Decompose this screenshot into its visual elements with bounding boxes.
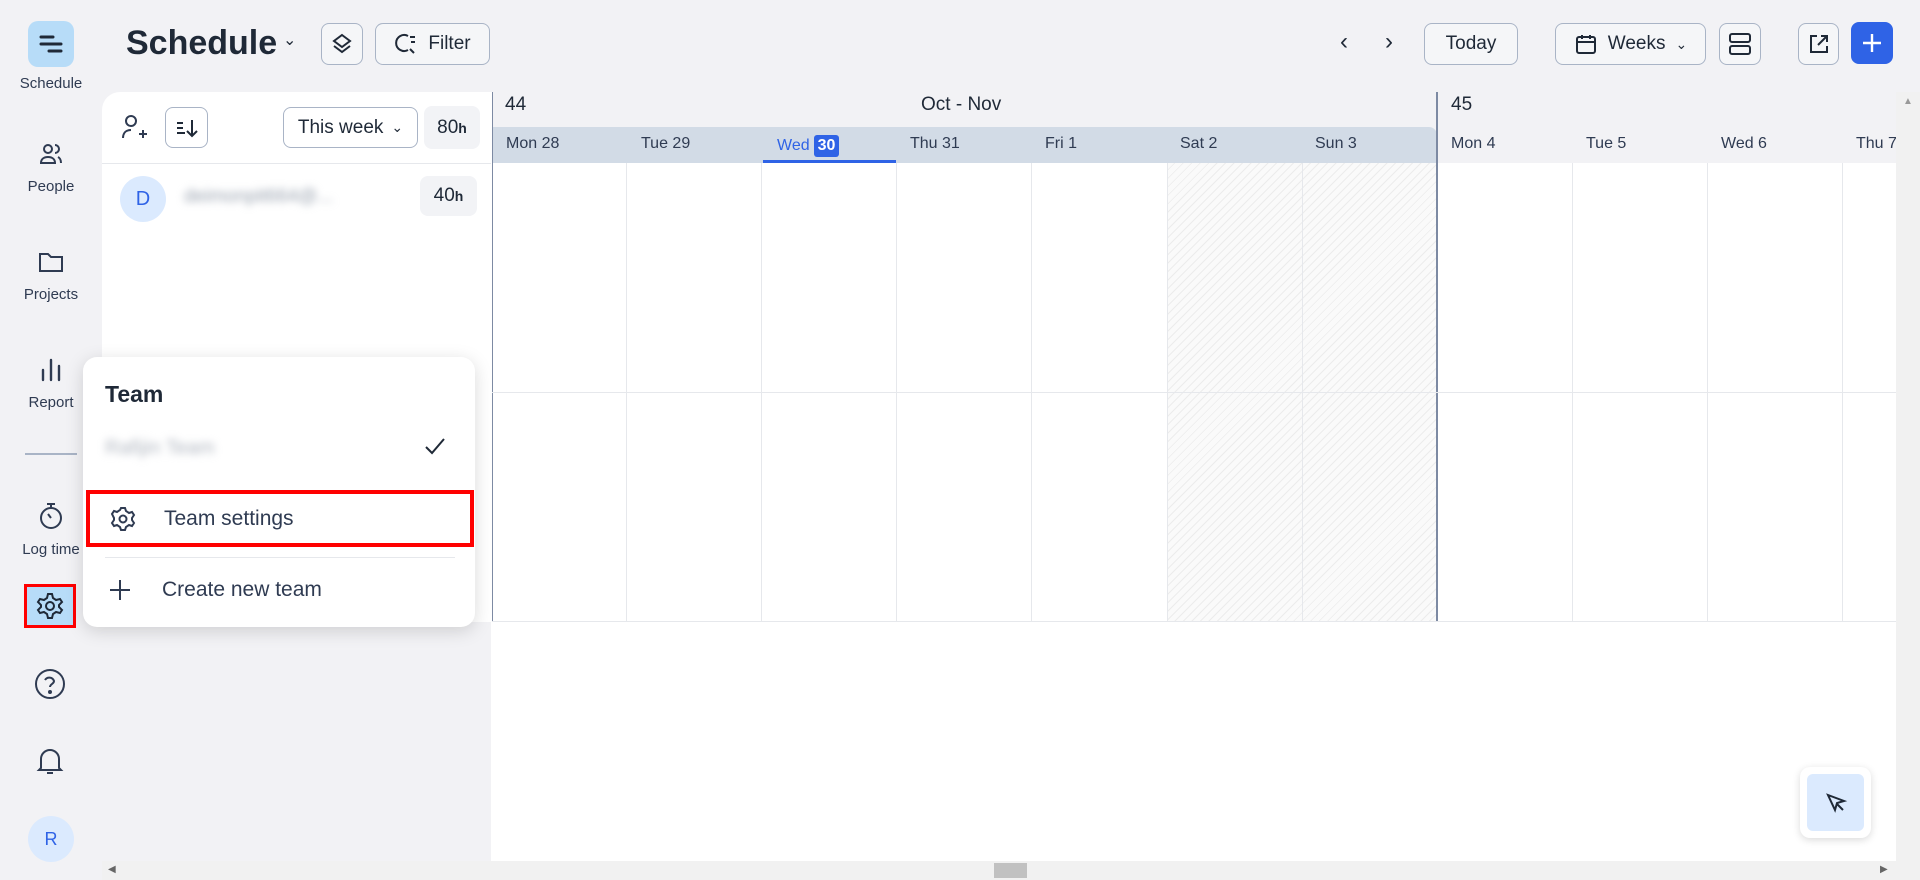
day-header: Mon 28 bbox=[506, 135, 560, 152]
bell-icon[interactable] bbox=[33, 744, 67, 778]
hours-unit: h bbox=[454, 188, 464, 204]
today-button[interactable]: Today bbox=[1424, 23, 1518, 65]
avatar[interactable]: R bbox=[28, 816, 74, 862]
day-header: Tue 5 bbox=[1586, 135, 1627, 152]
view-select[interactable]: Weeks ⌄ bbox=[1555, 23, 1706, 65]
day-header: Thu 7 bbox=[1856, 135, 1897, 152]
horizontal-scrollbar[interactable]: ◀ ▶ bbox=[102, 861, 1920, 880]
scroll-right-icon[interactable]: ▶ bbox=[1880, 864, 1888, 875]
chevron-down-icon: ⌄ bbox=[391, 119, 404, 135]
day-header: Fri 1 bbox=[1045, 135, 1077, 152]
row-divider bbox=[491, 392, 1896, 393]
create-team-label: Create new team bbox=[162, 577, 322, 601]
today-day-name: Wed bbox=[777, 136, 810, 154]
check-icon bbox=[423, 435, 447, 462]
day-header: Tue 29 bbox=[641, 135, 691, 152]
sidebar-item-label: Schedule bbox=[19, 75, 83, 92]
filter-label: Filter bbox=[428, 33, 471, 54]
sort-button[interactable] bbox=[165, 107, 208, 148]
add-user-icon bbox=[122, 115, 147, 139]
range-select[interactable]: This week ⌄ bbox=[283, 107, 418, 148]
month-label: Oct - Nov bbox=[921, 94, 1002, 115]
day-header: Thu 31 bbox=[910, 135, 960, 152]
sidebar-item-projects[interactable]: Projects bbox=[0, 248, 102, 303]
layers-button[interactable] bbox=[321, 23, 363, 65]
vertical-scrollbar[interactable]: ▲ bbox=[1896, 92, 1920, 861]
page-title[interactable]: Schedule bbox=[126, 24, 277, 63]
add-person-button[interactable] bbox=[120, 112, 148, 147]
day-header: Sat 2 bbox=[1180, 135, 1218, 152]
chevron-down-icon[interactable]: ⌄ bbox=[283, 30, 296, 50]
chevron-down-icon: ⌄ bbox=[1675, 35, 1688, 52]
range-label: This week bbox=[297, 116, 384, 138]
plus-icon bbox=[110, 579, 130, 600]
add-button[interactable] bbox=[1851, 22, 1893, 64]
day-header-today: Wed 30 bbox=[763, 131, 896, 163]
person-avatar: D bbox=[120, 176, 166, 222]
total-hours-value: 80 bbox=[437, 116, 459, 138]
gear-icon bbox=[110, 506, 136, 531]
create-team-item[interactable]: Create new team bbox=[86, 562, 474, 617]
sidebar-item-schedule[interactable]: Schedule bbox=[0, 21, 102, 92]
menu-title: Team bbox=[105, 381, 164, 407]
view-label: Weeks bbox=[1607, 33, 1666, 54]
scroll-up-icon[interactable]: ▲ bbox=[1896, 96, 1920, 107]
cursor-icon bbox=[1807, 774, 1864, 831]
week-number: 44 bbox=[505, 94, 527, 115]
person-hours-value: 40 bbox=[433, 185, 455, 206]
sidebar-divider bbox=[25, 453, 77, 455]
export-button[interactable] bbox=[1798, 23, 1839, 65]
day-header: Mon 4 bbox=[1451, 135, 1496, 152]
schedule-icon bbox=[28, 21, 74, 67]
plus-icon bbox=[1863, 34, 1881, 52]
hours-unit: h bbox=[458, 119, 467, 136]
external-link-icon bbox=[1809, 35, 1828, 53]
sort-icon bbox=[176, 119, 198, 137]
team-name[interactable]: Rafijin Team bbox=[105, 437, 215, 460]
person-hours: 40 h bbox=[420, 176, 477, 216]
select-tool-button[interactable] bbox=[1800, 767, 1871, 838]
week-number: 45 bbox=[1451, 94, 1473, 115]
help-icon[interactable] bbox=[33, 667, 67, 701]
team-settings-item[interactable]: Team settings bbox=[86, 490, 474, 547]
settings-button[interactable] bbox=[24, 584, 76, 628]
today-badge: 30 bbox=[813, 134, 840, 157]
gear-icon bbox=[36, 593, 64, 619]
filter-search-icon bbox=[395, 34, 416, 54]
menu-divider bbox=[105, 557, 455, 558]
day-header: Wed 6 bbox=[1721, 135, 1767, 152]
current-week-band bbox=[491, 127, 1437, 163]
team-settings-label: Team settings bbox=[164, 506, 294, 530]
layout-toggle-button[interactable] bbox=[1719, 23, 1761, 65]
scroll-left-icon[interactable]: ◀ bbox=[108, 864, 116, 875]
team-menu: Team Rafijin Team Team settings Create n… bbox=[83, 357, 475, 627]
scrollbar-thumb[interactable] bbox=[994, 863, 1027, 878]
prev-week-button[interactable]: ‹ bbox=[1340, 28, 1348, 56]
day-header: Sun 3 bbox=[1315, 135, 1357, 152]
people-icon bbox=[0, 140, 102, 168]
sidebar-item-people[interactable]: People bbox=[0, 140, 102, 195]
folder-icon bbox=[0, 248, 102, 276]
calendar-icon bbox=[1575, 35, 1596, 54]
sidebar-item-label: People bbox=[27, 178, 75, 195]
sidebar-item-label: Projects bbox=[23, 286, 79, 303]
rows-icon bbox=[1729, 33, 1751, 55]
total-hours: 80 h bbox=[424, 106, 480, 149]
filter-button[interactable]: Filter bbox=[375, 23, 490, 65]
panel-divider bbox=[102, 163, 491, 164]
next-week-button[interactable]: › bbox=[1385, 28, 1393, 56]
person-name[interactable]: deimonpit664@... bbox=[184, 186, 333, 208]
week-divider bbox=[1436, 92, 1438, 621]
layers-icon bbox=[332, 33, 352, 54]
